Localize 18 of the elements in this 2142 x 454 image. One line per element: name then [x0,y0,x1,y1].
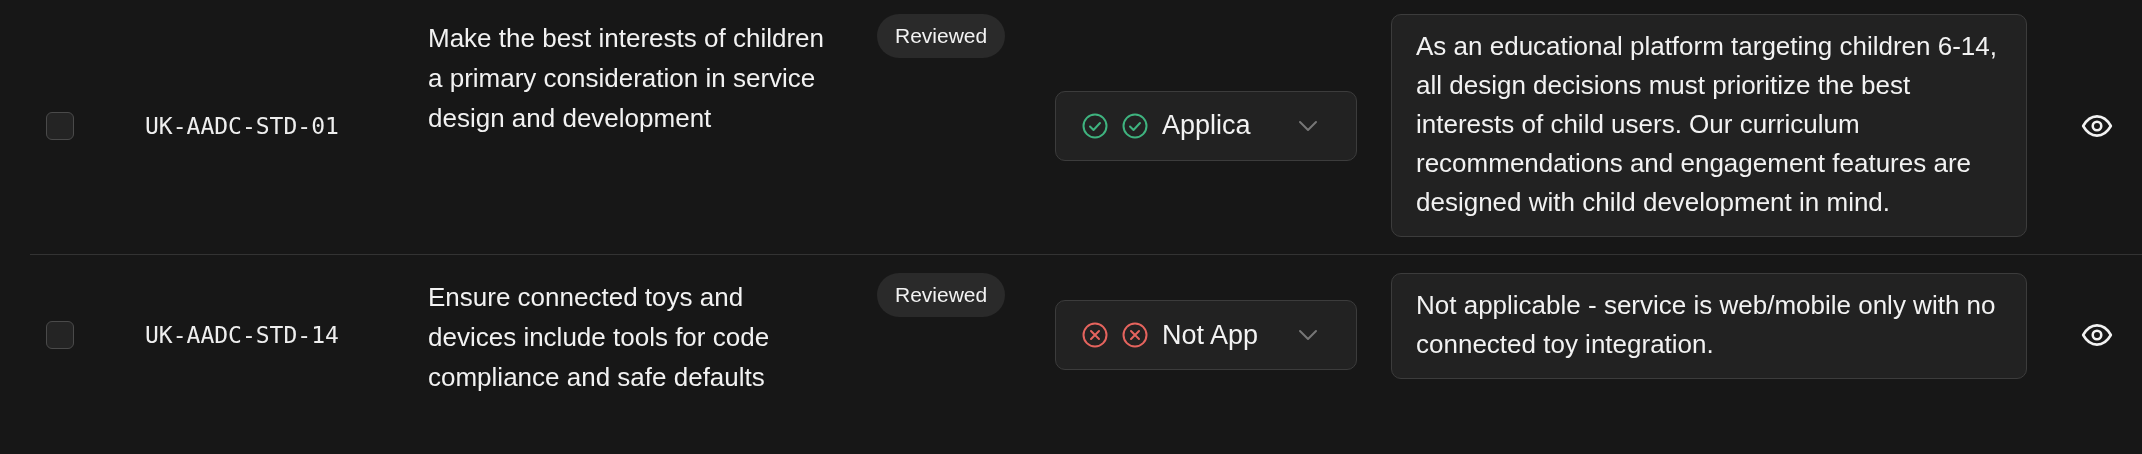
notes-field[interactable]: As an educational platform targeting children 6-14, all design decisions must prioritize the best interests of child users. Our curriculum recommendations and engagement features are designed with child development in mind. [1391,14,2027,237]
check-circle-icon [1122,112,1148,139]
requirement-text: Make the best interests of children a primary consideration in service design and development [428,22,825,135]
status-badge: Reviewed [877,14,1006,58]
eye-icon[interactable] [2081,113,2113,138]
checkbox[interactable] [46,111,74,140]
x-circle-icon [1122,322,1148,348]
status-badge: Reviewed [877,273,1006,317]
chevron-down-icon [1298,119,1318,132]
notes-field[interactable]: Not applicable - service is web/mobile only with no connected toy integration. [1391,273,2027,379]
requirement-text: Ensure connected toys and devices include tools for code compliance and safe defaults [428,281,771,394]
status-dropdown[interactable]: Applica [1055,90,1357,161]
requirement-id: UK-AADC-STD-01 [145,112,340,139]
eye-icon[interactable] [2081,323,2113,347]
checkbox[interactable] [46,321,74,349]
requirement-id: UK-AADC-STD-14 [145,322,340,348]
chevron-down-icon [1298,329,1318,341]
status-dropdown[interactable]: Not App [1055,300,1357,370]
